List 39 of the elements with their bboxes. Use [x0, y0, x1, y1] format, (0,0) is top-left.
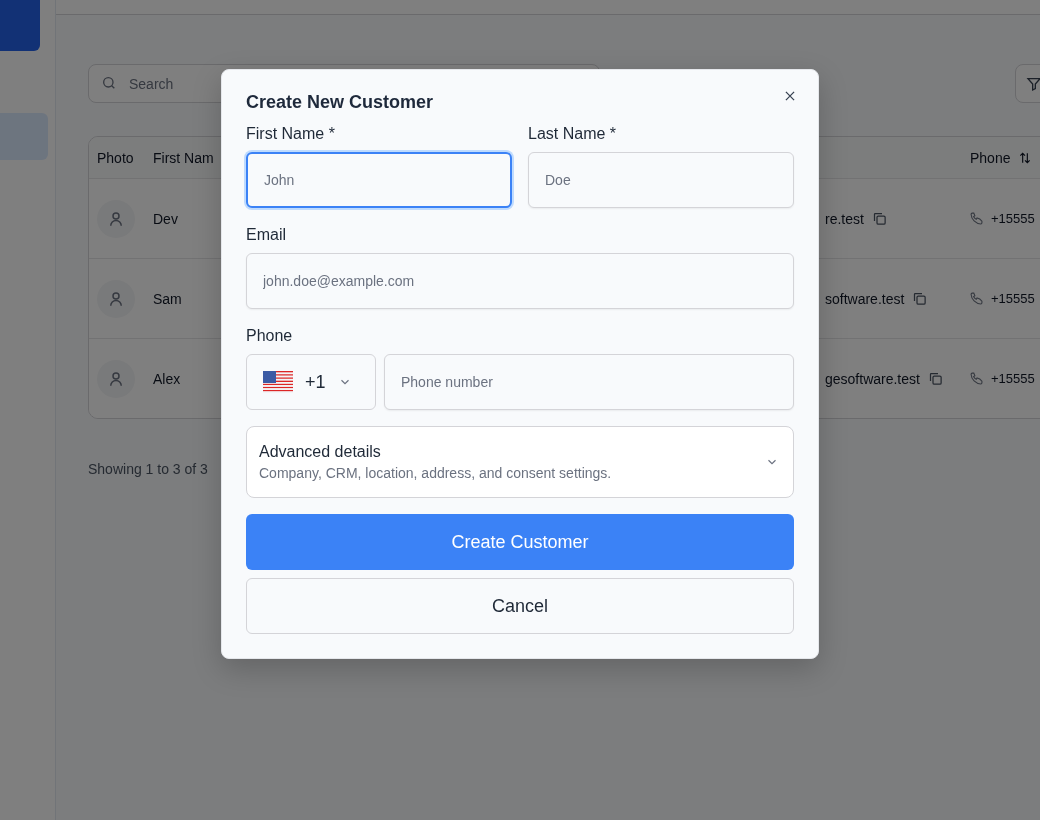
table-cell: +15555 [991, 371, 1035, 386]
copy-icon[interactable] [871, 211, 887, 226]
table-cell: re.test [825, 210, 864, 227]
section-title: Advanced details [259, 443, 382, 461]
phone-input[interactable]: Phone number [384, 354, 794, 410]
table-cell: +15555 [991, 211, 1035, 226]
create-button[interactable]: Create Customer [246, 514, 794, 570]
table-cell: software.test [825, 290, 905, 307]
table-cell: Dev [153, 210, 178, 227]
phone-icon [970, 292, 983, 305]
field-label: Phone [246, 327, 294, 345]
field-label: First Name * [246, 125, 336, 143]
table-cell: gesoftware.test [825, 370, 920, 387]
copy-icon[interactable] [912, 291, 928, 306]
column-header: First Nam [153, 149, 214, 166]
field-label: Last Name * [528, 125, 618, 143]
flag-icon [263, 371, 293, 393]
user-icon [107, 209, 125, 228]
phone-icon [970, 372, 983, 385]
text-input[interactable]: John [246, 152, 512, 208]
cancel-button[interactable]: Cancel [246, 578, 794, 634]
phone-icon [970, 212, 983, 225]
column-header[interactable]: Phone [970, 149, 1011, 166]
section-description: Company, CRM, location, address, and consent settings. [259, 465, 612, 481]
pagination-summary: Showing 1 to 3 of 3 [88, 461, 208, 477]
advanced-details-toggle[interactable]: Advanced details Company, CRM, location, address, and consent settings. [246, 426, 794, 498]
sort-icon[interactable] [1018, 150, 1033, 165]
column-header: Photo [97, 149, 134, 166]
user-icon [107, 369, 125, 388]
table-cell: +15555 [991, 291, 1035, 306]
field-label: Email [246, 226, 287, 244]
country-code-select[interactable]: +1 [246, 354, 376, 410]
table-cell: Sam [153, 290, 182, 307]
dialog-title: Create New Customer [246, 92, 434, 113]
copy-icon[interactable] [927, 371, 943, 386]
filter-icon [1026, 75, 1040, 92]
user-icon [107, 289, 125, 308]
close-icon [783, 89, 797, 103]
table-cell: Alex [153, 370, 181, 387]
